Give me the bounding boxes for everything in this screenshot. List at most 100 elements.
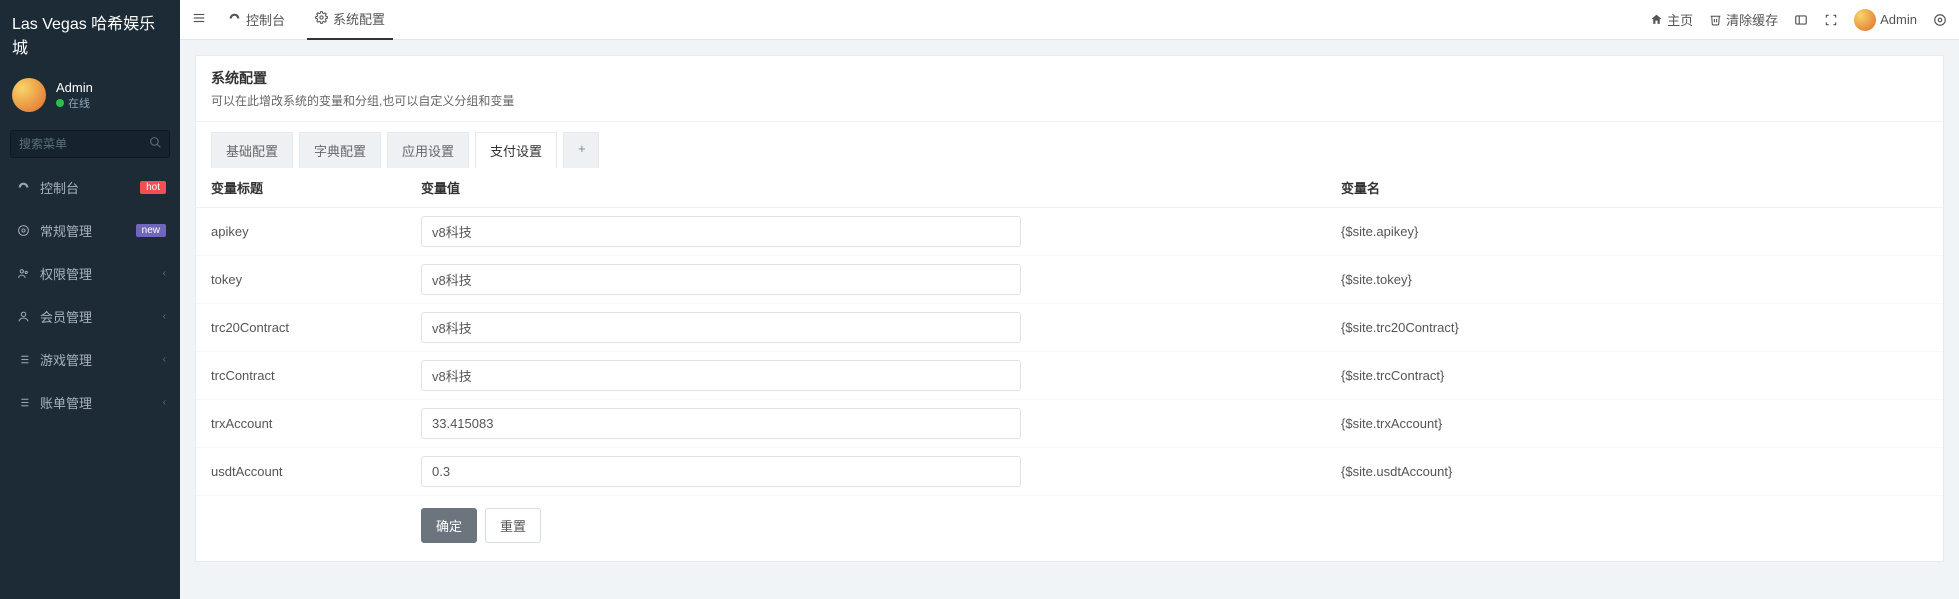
top-tab-sysconfig[interactable]: 系统配置	[307, 0, 393, 40]
chevron-left-icon: ‹	[163, 311, 166, 322]
col-header-title: 变量标题	[196, 168, 406, 208]
trash-icon	[1709, 13, 1722, 26]
row-title: trxAccount	[196, 400, 406, 448]
row-varname: {$site.apikey}	[1326, 208, 1943, 256]
home-icon	[1650, 13, 1663, 26]
tab-app[interactable]: 应用设置	[387, 132, 469, 168]
dashboard-icon	[228, 12, 241, 28]
reset-button[interactable]: 重置	[485, 508, 541, 543]
gear-icon	[315, 11, 328, 27]
main: 控制台 系统配置 主页	[180, 0, 1959, 599]
tab-add[interactable]: +	[563, 132, 599, 168]
search-input[interactable]	[10, 130, 170, 158]
row-title: trc20Contract	[196, 304, 406, 352]
topbar-user[interactable]: Admin	[1854, 9, 1917, 31]
sidebar-item-label: 游戏管理	[40, 350, 163, 369]
panel-desc: 可以在此增改系统的变量和分组,也可以自定义分组和变量	[211, 92, 1928, 109]
sidebar-item-3[interactable]: 会员管理‹	[0, 295, 180, 338]
config-table: 变量标题 变量值 变量名 apikey {$site.apikey} tokey {$…	[196, 168, 1943, 496]
dashboard-icon	[14, 181, 32, 194]
group-icon	[14, 267, 32, 280]
table-row: trcContract {$site.trcContract}	[196, 352, 1943, 400]
sidebar-item-label: 控制台	[40, 178, 140, 197]
row-value-input[interactable]	[421, 216, 1021, 247]
config-tabs: 基础配置 字典配置 应用设置 支付设置 +	[196, 122, 1943, 168]
panel-title: 系统配置	[211, 68, 1928, 88]
sidebar-item-label: 账单管理	[40, 393, 163, 412]
status-dot	[56, 99, 64, 107]
chevron-left-icon: ‹	[163, 268, 166, 279]
sidebar-item-2[interactable]: 权限管理‹	[0, 252, 180, 295]
row-value-cell	[406, 256, 1326, 304]
topbar-user-label: Admin	[1880, 12, 1917, 27]
chevron-left-icon: ‹	[163, 354, 166, 365]
avatar	[12, 78, 46, 112]
clear-cache-link[interactable]: 清除缓存	[1709, 10, 1778, 29]
user-name: Admin	[56, 80, 93, 95]
row-title: tokey	[196, 256, 406, 304]
col-header-name: 变量名	[1326, 168, 1943, 208]
row-value-cell	[406, 400, 1326, 448]
row-varname: {$site.trxAccount}	[1326, 400, 1943, 448]
row-value-input[interactable]	[421, 456, 1021, 487]
sidebar-item-4[interactable]: 游戏管理‹	[0, 338, 180, 381]
fullscreen-icon[interactable]	[1824, 13, 1838, 27]
badge-hot: hot	[140, 181, 166, 194]
top-tab-dashboard-label: 控制台	[246, 10, 285, 29]
row-value-input[interactable]	[421, 360, 1021, 391]
row-varname: {$site.usdtAccount}	[1326, 448, 1943, 496]
topbar: 控制台 系统配置 主页	[180, 0, 1959, 40]
avatar-small	[1854, 9, 1876, 31]
hamburger-icon[interactable]	[192, 11, 206, 28]
home-link[interactable]: 主页	[1650, 10, 1693, 29]
top-tab-sysconfig-label: 系统配置	[333, 9, 385, 28]
row-varname: {$site.tokey}	[1326, 256, 1943, 304]
row-title: trcContract	[196, 352, 406, 400]
table-row: usdtAccount{$site.usdtAccount}	[196, 448, 1943, 496]
sidebar-item-label: 常规管理	[40, 221, 136, 240]
row-title: apikey	[196, 208, 406, 256]
table-row: trxAccount {$site.trxAccount}	[196, 400, 1943, 448]
sidebar: Las Vegas 哈希娱乐城 Admin 在线 控制台hot常规管理new权限…	[0, 0, 180, 599]
settings-icon[interactable]	[1933, 13, 1947, 27]
sidebar-item-label: 权限管理	[40, 264, 163, 283]
row-varname: {$site.trcContract}	[1326, 352, 1943, 400]
row-value-cell	[406, 208, 1326, 256]
search-icon[interactable]	[149, 136, 162, 152]
list-icon	[14, 396, 32, 409]
sidebar-item-0[interactable]: 控制台hot	[0, 166, 180, 209]
sidebar-nav: 控制台hot常规管理new权限管理‹会员管理‹游戏管理‹账单管理‹	[0, 166, 180, 424]
language-icon[interactable]	[1794, 13, 1808, 27]
user-status: 在线	[56, 95, 93, 111]
table-row: apikey {$site.apikey}	[196, 208, 1943, 256]
home-link-label: 主页	[1667, 10, 1693, 29]
cogs-icon	[14, 224, 32, 237]
brand-title: Las Vegas 哈希娱乐城	[0, 0, 180, 68]
clear-cache-label: 清除缓存	[1726, 10, 1778, 29]
tab-pay[interactable]: 支付设置	[475, 132, 557, 168]
user-status-text: 在线	[68, 98, 90, 110]
table-row: trc20Contract {$site.trc20Contract}	[196, 304, 1943, 352]
row-varname: {$site.trc20Contract}	[1326, 304, 1943, 352]
row-value-input[interactable]	[421, 264, 1021, 295]
confirm-button[interactable]: 确定	[421, 508, 477, 543]
tab-basic[interactable]: 基础配置	[211, 132, 293, 168]
table-row: tokey {$site.tokey}	[196, 256, 1943, 304]
row-value-cell	[406, 448, 1326, 496]
row-value-cell	[406, 304, 1326, 352]
user-icon	[14, 310, 32, 323]
row-value-input[interactable]	[421, 408, 1021, 439]
tab-dict[interactable]: 字典配置	[299, 132, 381, 168]
config-panel: 系统配置 可以在此增改系统的变量和分组,也可以自定义分组和变量 基础配置 字典配…	[195, 55, 1944, 562]
list-icon	[14, 353, 32, 366]
row-value-input[interactable]	[421, 312, 1021, 343]
top-tab-dashboard[interactable]: 控制台	[220, 0, 293, 40]
badge-new: new	[136, 224, 166, 237]
sidebar-search	[0, 122, 180, 166]
col-header-value: 变量值	[406, 168, 1326, 208]
user-block: Admin 在线	[0, 68, 180, 122]
sidebar-item-5[interactable]: 账单管理‹	[0, 381, 180, 424]
row-value-cell	[406, 352, 1326, 400]
sidebar-item-1[interactable]: 常规管理new	[0, 209, 180, 252]
sidebar-item-label: 会员管理	[40, 307, 163, 326]
